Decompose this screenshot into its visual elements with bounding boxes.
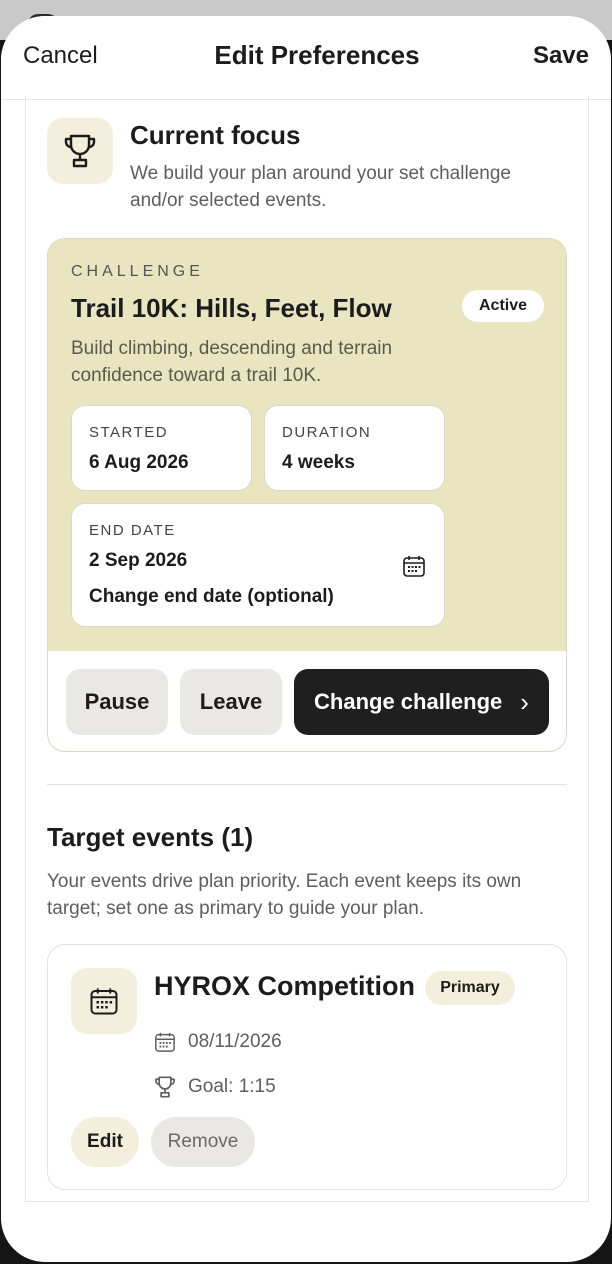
started-label: STARTED	[89, 424, 169, 441]
change-challenge-button[interactable]: Change challenge ›	[294, 669, 549, 735]
duration-value: 4 weeks	[282, 452, 355, 473]
challenge-details: CHALLENGE Trail 10K: Hills, Feet, Flow A…	[48, 239, 566, 651]
focus-title: Current focus	[130, 120, 301, 150]
change-challenge-label: Change challenge	[314, 689, 503, 714]
end-date-stat[interactable]: END DATE 2 Sep 2026 Change end date (opt…	[71, 503, 445, 627]
challenge-name: Trail 10K: Hills, Feet, Flow	[71, 293, 392, 323]
target-events-title: Target events (1)	[47, 822, 254, 852]
pause-button[interactable]: Pause	[66, 669, 168, 735]
calendar-icon	[71, 968, 137, 1034]
cancel-button[interactable]: Cancel	[23, 42, 98, 70]
challenge-description: Build climbing, descending and terrain c…	[71, 338, 393, 386]
trophy-icon	[47, 118, 113, 184]
edit-preferences-sheet: Cancel Edit Preferences Save Current foc…	[1, 16, 611, 1262]
event-name: HYROX Competition	[154, 971, 415, 1001]
save-button[interactable]: Save	[533, 42, 589, 70]
event-card: HYROX Competition Primary 08/11/2026 Goa…	[47, 944, 567, 1190]
started-stat: STARTED 6 Aug 2026	[71, 405, 252, 491]
change-end-date-link[interactable]: Change end date (optional)	[89, 586, 334, 608]
end-date-value: 2 Sep 2026	[89, 550, 188, 571]
event-date-row: 08/11/2026	[154, 1031, 282, 1053]
chevron-right-icon: ›	[520, 686, 529, 717]
duration-stat: DURATION 4 weeks	[264, 405, 445, 491]
trophy-icon	[155, 1076, 175, 1098]
event-goal: Goal: 1:15	[188, 1076, 276, 1097]
calendar-icon[interactable]	[402, 554, 426, 583]
duration-label: DURATION	[282, 424, 372, 441]
challenge-label: CHALLENGE	[71, 263, 204, 280]
nav-bar: Cancel Edit Preferences Save	[1, 16, 611, 100]
leave-button[interactable]: Leave	[180, 669, 282, 735]
event-goal-row: Goal: 1:15	[154, 1075, 276, 1099]
started-value: 6 Aug 2026	[89, 452, 189, 473]
focus-description: We build your plan around your set chall…	[130, 163, 511, 211]
target-events-description: Your events drive plan priority. Each ev…	[47, 871, 522, 919]
calendar-icon	[155, 1032, 175, 1052]
section-divider	[47, 784, 567, 785]
remove-event-button[interactable]: Remove	[151, 1117, 255, 1167]
status-badge: Active	[462, 290, 544, 322]
edit-event-button[interactable]: Edit	[71, 1117, 139, 1167]
primary-badge: Primary	[425, 971, 515, 1005]
event-date: 08/11/2026	[188, 1031, 282, 1052]
challenge-card: CHALLENGE Trail 10K: Hills, Feet, Flow A…	[47, 238, 567, 752]
end-date-label: END DATE	[89, 522, 176, 539]
